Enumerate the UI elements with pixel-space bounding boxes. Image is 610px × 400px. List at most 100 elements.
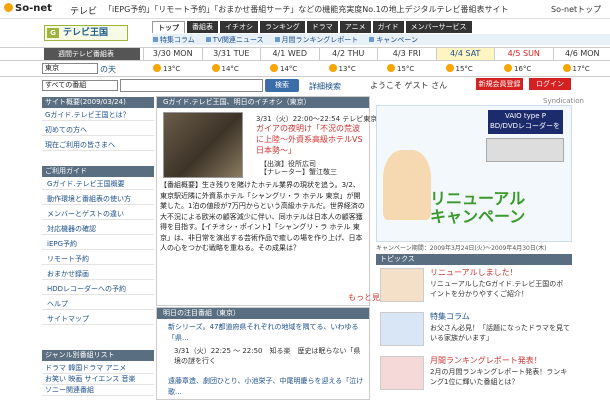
site-logo[interactable]: G テレビ王国 xyxy=(44,25,128,41)
genre-link[interactable]: お笑い 映画 サイエンス 音楽 xyxy=(42,374,154,385)
overview-link[interactable]: Gガイド.テレビ王国とは？ xyxy=(42,110,154,121)
usage-link[interactable]: サイトマップ xyxy=(42,314,154,325)
search-scope-select[interactable]: すべての番組 xyxy=(42,80,118,91)
week-label[interactable]: 週間テレビ番組表 xyxy=(44,48,140,60)
login-button[interactable]: ログイン xyxy=(529,78,571,90)
topic-thumbnail[interactable] xyxy=(380,356,424,390)
sonet-top-link[interactable]: So-netトップ xyxy=(551,4,601,15)
weather-cell: 13°C xyxy=(153,62,180,76)
subnav-item[interactable]: 月間ランキングレポート xyxy=(274,35,369,45)
nav-tab[interactable]: トップ xyxy=(152,21,185,33)
subnav-item[interactable]: キャンペーン xyxy=(368,35,428,45)
usage-link[interactable]: おまかせ録画 xyxy=(42,269,154,280)
topic-body: 2月の月間ランキングレポート発表！ランキング1位に輝いた番組とは？ xyxy=(430,368,568,386)
weather-cell: 15°C xyxy=(445,62,473,76)
sonet-brand: So-net xyxy=(15,3,52,14)
nav-tab[interactable]: ガイド xyxy=(372,21,404,33)
topic-title[interactable]: 月間ランキングレポート発表！ xyxy=(430,356,570,366)
day-tab[interactable]: 4/1 WED xyxy=(260,48,319,60)
usage-link[interactable]: メンバーとゲストの違い xyxy=(42,209,154,220)
usage-link[interactable]: ヘルプ xyxy=(42,299,154,310)
syndication-label: Syndication xyxy=(543,97,584,105)
temperature: 16°C xyxy=(514,65,532,73)
temperature: 15°C xyxy=(455,65,473,73)
day-tab[interactable]: 4/6 MON xyxy=(552,48,610,60)
sun-icon xyxy=(387,64,395,72)
program-narrator: 【ナレーター】蟹江敬三 xyxy=(260,168,337,176)
usage-link[interactable]: リモート予約 xyxy=(42,254,154,265)
logo-text: テレビ王国 xyxy=(63,28,109,38)
advanced-search-link[interactable]: 詳細検索 xyxy=(309,81,341,92)
day-tab[interactable]: 4/5 SUN xyxy=(494,48,553,60)
overview-link[interactable]: 現在ご利用の皆さまへ xyxy=(42,140,154,151)
temperature: 15°C xyxy=(397,65,415,73)
topic-body: リニューアルしたGガイド.テレビ王国のポイントを分かりやすくご紹介！ xyxy=(430,280,564,298)
genre-link[interactable]: ソニー関連番組 xyxy=(42,385,154,396)
sonet-dot-icon xyxy=(4,3,13,12)
main-nav: トップ 番組表 イチオシ ランキング ドラマ アニメ ガイド メンバーサービス xyxy=(152,21,474,33)
nav-tab[interactable]: ドラマ xyxy=(306,21,338,33)
weather-cell: 14°C xyxy=(211,62,239,76)
usage-heading: ご利用ガイド xyxy=(42,166,154,177)
ad-subtitle: BD/DVDレコーダーを xyxy=(490,122,560,130)
guide-heading: Gガイド.テレビ王国、明日のイチオシ（東京） xyxy=(157,97,369,108)
sun-icon xyxy=(562,64,571,72)
overview-heading: サイト概要(2009/03/24) xyxy=(42,97,154,108)
attention-item[interactable]: 遠藤章造、劇団ひとり、小池栄子、中尾明慶らを迎える「泣け歌... xyxy=(168,376,364,397)
temperature: 13°C xyxy=(338,65,356,73)
day-tab[interactable]: 3/31 TUE xyxy=(201,48,261,60)
day-tab[interactable]: 4/4 SAT xyxy=(435,48,494,60)
temperature: 14°C xyxy=(221,65,239,73)
nav-tab[interactable]: イチオシ xyxy=(220,21,258,33)
usage-link[interactable]: iEPG予約 xyxy=(42,239,154,250)
attention-heading: 明日の注目番組（東京） xyxy=(157,308,369,319)
sun-icon xyxy=(328,64,337,72)
program-title[interactable]: ガイアの夜明け「不況の荒波に上陸〜外資系高級ホテルVS日本勢〜」 xyxy=(256,123,366,156)
register-button[interactable]: 新規会員登録 xyxy=(476,78,523,90)
sun-icon xyxy=(270,64,278,72)
genre-link[interactable]: ドラマ 韓国ドラマ アニメ xyxy=(42,363,154,374)
usage-link[interactable]: 対応機器の確認 xyxy=(42,224,154,235)
usage-link[interactable]: Gガイド.テレビ王国概要 xyxy=(42,179,154,190)
mascot-image xyxy=(383,150,431,220)
site-headline: 「iEPG予約」「リモート予約」「おまかせ番組サーチ」などの機能充実度No.1の… xyxy=(104,5,509,14)
sonet-logo[interactable]: So-net xyxy=(4,3,52,14)
temperature: 14°C xyxy=(280,65,298,73)
welcome-text: ようこそ ゲスト さん xyxy=(370,81,448,90)
usage-link[interactable]: HDDレコーダーへの予約 xyxy=(42,284,154,295)
topic-title[interactable]: リニューアルしました！ xyxy=(430,268,570,278)
nav-tab[interactable]: 番組表 xyxy=(187,21,218,33)
day-tab[interactable]: 4/3 FRI xyxy=(377,48,436,60)
day-tab[interactable]: 3/30 MON xyxy=(143,48,202,60)
region-select[interactable]: 東京 xyxy=(42,63,98,74)
subnav-item[interactable]: 特集コラム xyxy=(152,35,205,45)
nav-tab[interactable]: メンバーサービス xyxy=(405,21,472,33)
program-photo[interactable] xyxy=(163,112,243,178)
topic-thumbnail[interactable] xyxy=(380,268,424,302)
sun-icon xyxy=(153,64,161,72)
topics-heading: トピックス xyxy=(376,254,572,265)
section-label[interactable]: テレビ xyxy=(70,4,97,17)
topic-body: お父さん必見！「話題になったドラマを見ている家族がいます」 xyxy=(430,324,570,342)
weather-link[interactable]: の天 xyxy=(100,64,116,75)
search-input[interactable] xyxy=(120,79,263,92)
nav-tab[interactable]: ランキング xyxy=(260,21,305,33)
weather-cell: 17°C xyxy=(562,62,590,76)
day-tab[interactable]: 4/2 THU xyxy=(318,48,378,60)
sub-nav: 特集コラム TV関連ニュース 月間ランキングレポート キャンペーン xyxy=(152,34,610,45)
topic-title[interactable]: 特集コラム xyxy=(430,312,570,322)
usage-link[interactable]: 動作環境と番組表の使い方 xyxy=(42,194,154,205)
sun-icon xyxy=(211,64,220,72)
sun-icon xyxy=(445,64,454,72)
search-button[interactable]: 検索 xyxy=(265,79,299,92)
genre-heading: ジャンル別番組リスト xyxy=(42,350,154,361)
campaign-period: キャンペーン期間：2009年3月24日(火)〜2009年4月30日(木) xyxy=(376,245,547,252)
temperature: 17°C xyxy=(572,65,590,73)
overview-link[interactable]: 初めての方へ xyxy=(42,125,154,136)
sun-icon xyxy=(504,64,512,72)
subnav-item[interactable]: TV関連ニュース xyxy=(205,35,274,45)
nav-tab[interactable]: アニメ xyxy=(339,21,371,33)
topic-thumbnail[interactable] xyxy=(380,312,424,346)
weather-cell: 16°C xyxy=(504,62,531,76)
attention-item[interactable]: 新シリーズ。47都道府県それぞれの地域を隅てる、いわゆる「県... xyxy=(168,322,364,343)
